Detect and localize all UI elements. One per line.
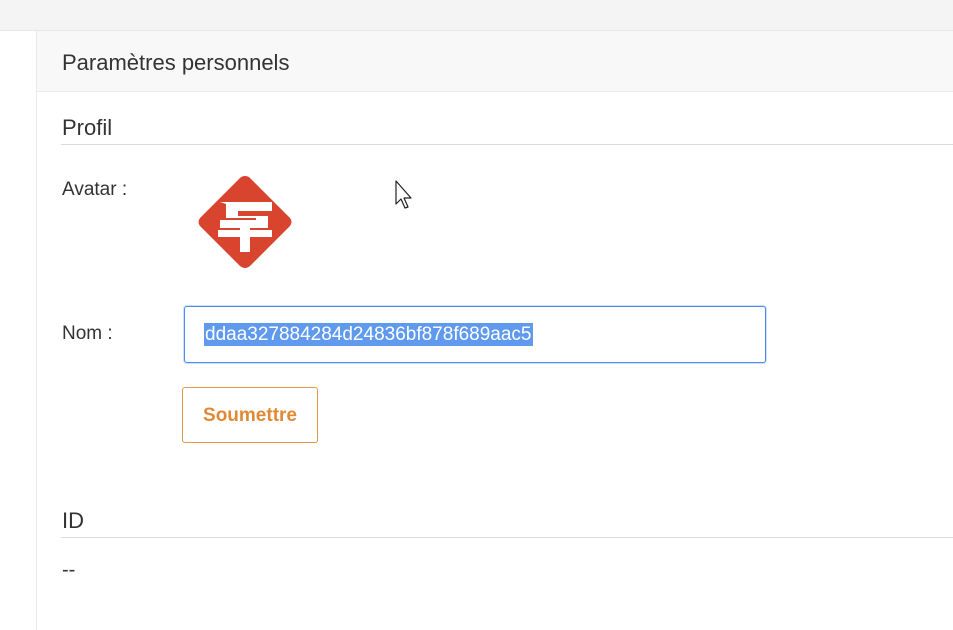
id-section-divider <box>61 537 953 538</box>
profile-section-title: Profil <box>62 115 113 140</box>
panel-header: Paramètres personnels <box>37 31 953 92</box>
page-title: Paramètres personnels <box>62 50 290 75</box>
id-value: -- <box>62 559 76 581</box>
submit-button[interactable]: Soumettre <box>182 387 318 443</box>
name-label: Nom : <box>62 323 113 344</box>
profile-section-divider <box>61 144 953 145</box>
mouse-cursor-icon <box>395 180 412 209</box>
left-sidebar <box>0 31 37 630</box>
name-input-value: ddaa327884284d24836bf878f689aac5 <box>204 323 533 346</box>
avatar-label: Avatar : <box>62 179 128 200</box>
st-logo-icon <box>198 176 292 268</box>
name-input[interactable]: ddaa327884284d24836bf878f689aac5 <box>184 306 766 363</box>
top-bar <box>0 0 953 31</box>
avatar[interactable] <box>196 174 294 270</box>
id-section-title: ID <box>62 508 84 533</box>
